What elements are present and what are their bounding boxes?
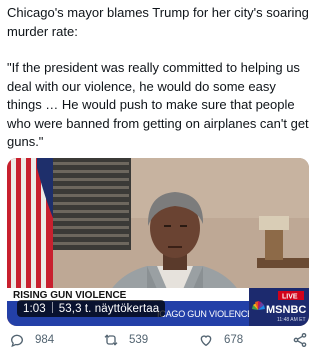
tweet-paragraph-intro: Chicago's mayor blames Trump for her cit… bbox=[7, 5, 309, 39]
svg-text:ICAGO GUN VIOLENCE: ICAGO GUN VIOLENCE bbox=[157, 309, 253, 319]
tweet-paragraph-quote: "If the president was really committed t… bbox=[7, 60, 309, 149]
retweet-icon bbox=[104, 334, 118, 346]
reply-count: 984 bbox=[35, 334, 55, 346]
like-count: 678 bbox=[224, 334, 244, 346]
svg-text:MSNBC: MSNBC bbox=[266, 304, 306, 316]
svg-text:11:48 AM ET: 11:48 AM ET bbox=[277, 317, 306, 323]
divider bbox=[51, 302, 53, 313]
tweet-actions: 984 539 678 bbox=[0, 332, 317, 354]
video-time-overlay: 1:03 53,3 t. näyttökertaa bbox=[17, 300, 166, 317]
reply-icon bbox=[10, 334, 23, 348]
svg-text:LIVE: LIVE bbox=[282, 294, 298, 301]
retweet-count: 539 bbox=[129, 334, 149, 346]
view-count: 53,3 t. näyttökertaa bbox=[58, 303, 160, 315]
like-button[interactable]: 678 bbox=[198, 332, 243, 348]
tweet-text: Chicago's mayor blames Trump for her cit… bbox=[7, 4, 311, 152]
video-player[interactable]: RISING GUN VIOLENCE ICAGO GUN VIOLENCE L… bbox=[7, 158, 309, 326]
retweet-button[interactable]: 539 bbox=[103, 332, 148, 348]
share-icon bbox=[293, 333, 307, 347]
share-button[interactable] bbox=[292, 332, 318, 348]
like-icon bbox=[200, 335, 212, 347]
elapsed-time: 1:03 bbox=[23, 303, 46, 315]
tweet-card: Chicago's mayor blames Trump for her cit… bbox=[0, 0, 317, 360]
reply-button[interactable]: 984 bbox=[9, 332, 54, 348]
